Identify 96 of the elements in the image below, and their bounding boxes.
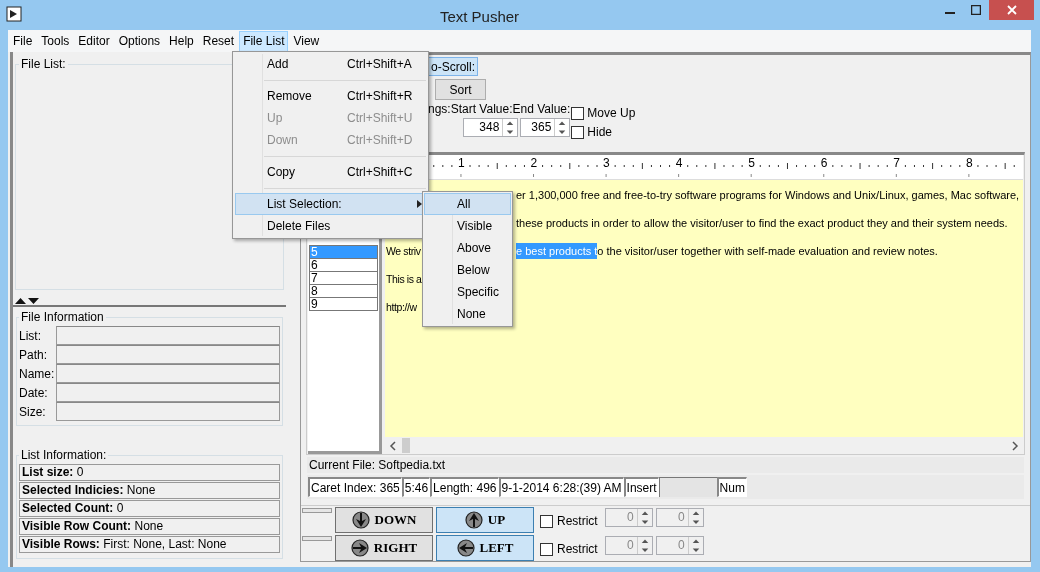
menu-item[interactable]: Options (114, 30, 165, 52)
field-label: Name: (19, 365, 56, 383)
spinner-field[interactable]: 365 (520, 118, 571, 137)
status-cell: Caret Index: 365 (308, 477, 402, 497)
menu-option[interactable]: Delete Files (235, 215, 426, 237)
menu-option[interactable]: Add Ctrl+Shift+A (235, 53, 426, 75)
checkbox-label: Restrict (557, 541, 598, 558)
ruler-number: 4 (675, 157, 683, 169)
ruler-number: 2 (530, 157, 538, 169)
shortcut-label: Ctrl+Shift+R (347, 88, 413, 105)
menu-item[interactable]: File (9, 30, 37, 52)
checkbox-label: Restrict (557, 513, 598, 530)
shortcut-label: Ctrl+Shift+U (347, 110, 413, 127)
menu-option[interactable]: All (424, 193, 511, 215)
menu-option[interactable]: None (424, 303, 511, 325)
shortcut-label: Ctrl+Shift+C (347, 164, 413, 181)
close-icon (1006, 5, 1017, 15)
selected-text: e best products t (516, 242, 598, 260)
ruler-number: 8 (965, 157, 973, 169)
group-title: File Information (20, 309, 105, 326)
app-icon (6, 6, 22, 22)
menu-label: Up (267, 110, 284, 127)
status-cell: Num (716, 477, 747, 497)
menu-label: Copy (267, 164, 296, 181)
checkbox-label: Move Up (587, 105, 636, 122)
range-label: ngs:Start Value:End Value: (428, 102, 571, 116)
menu-option[interactable]: Visible (424, 215, 511, 237)
group-title: List Information: (20, 447, 108, 464)
menu-item[interactable]: Reset (198, 30, 239, 52)
move-button[interactable]: RIGHT (335, 535, 433, 561)
checkbox[interactable] (540, 514, 553, 528)
move-button[interactable]: DOWN (335, 507, 433, 533)
status-cell: Insert (623, 477, 659, 497)
group-title: File List: (20, 56, 67, 73)
menu-label: Add (267, 56, 290, 73)
menu-label: Remove (267, 88, 313, 105)
maximize-icon (971, 5, 981, 15)
checkbox-label: Hide (587, 124, 612, 141)
menu-option[interactable]: Specific (424, 281, 511, 303)
status-cell: 9-1-2014 6:28:(39) AM (498, 477, 624, 497)
move-button[interactable]: LEFT (436, 535, 534, 561)
sort-button[interactable]: Sort (435, 79, 486, 100)
ruler-number: 5 (748, 157, 755, 169)
text-line: http://w (386, 300, 417, 313)
ruler-number: 3 (603, 157, 610, 169)
splitter-bar[interactable] (13, 296, 286, 307)
menu-label: Delete Files (267, 218, 332, 235)
scrollbar-thumb[interactable] (402, 438, 410, 453)
menu-item[interactable]: File List (239, 30, 289, 52)
line-list-item[interactable]: 9 (309, 297, 378, 311)
splitter-arrows-icon (15, 296, 39, 305)
ruler-number: 1 (458, 157, 465, 169)
checkbox[interactable] (571, 125, 585, 139)
menu-item[interactable]: Help (165, 30, 198, 52)
text-line: This is a (386, 272, 422, 285)
checkbox[interactable] (540, 542, 553, 556)
text-line: these products in order to allow the visitor/user to find the exact product they and their system needs. (516, 215, 1008, 231)
field-label: Size: (19, 403, 47, 421)
info-row: Visible Row Count: None (19, 518, 280, 535)
line-list-item[interactable]: 6 (309, 258, 378, 272)
menu-option[interactable]: Remove Ctrl+Shift+R (235, 85, 426, 107)
info-row: Selected Count: 0 (19, 500, 280, 517)
window-title: Text Pusher (439, 7, 520, 27)
shortcut-label: Ctrl+Shift+A (347, 56, 412, 73)
scroll-button[interactable]: o-Scroll: (428, 57, 478, 76)
field-label: Date: (19, 384, 49, 402)
menu-item[interactable]: Editor (74, 30, 114, 52)
menu-option[interactable]: Below (424, 259, 511, 281)
text-line: o the visitor/user together with self-made evaluation and review notes. (597, 243, 938, 259)
text-line: We striv (386, 244, 421, 257)
text-line: er 1,300,000 free and free-to-try software programs for Windows and Unix/Linux, games, Mac software, (516, 187, 1020, 203)
submenu-arrow-icon (417, 200, 422, 208)
info-row: Visible Rows: First: None, Last: None (19, 536, 280, 553)
close-button[interactable] (989, 0, 1034, 20)
menu-option[interactable]: Copy Ctrl+Shift+C (235, 161, 426, 183)
current-file-bar: Current File: Softpedia.txt (307, 457, 1024, 473)
spinner-field[interactable]: 348 (463, 118, 519, 137)
menu-label: Down (267, 132, 299, 149)
ruler-number: 6 (820, 157, 828, 169)
info-row: Selected Indicies: None (19, 482, 280, 499)
minimize-icon (945, 12, 955, 14)
info-row: List size: 0 (19, 464, 280, 481)
line-list-item[interactable]: 7 (309, 271, 378, 285)
move-button[interactable]: UP (436, 507, 534, 533)
checkbox[interactable] (571, 106, 585, 120)
field-label: List: (19, 327, 42, 345)
field-label: Path: (19, 346, 49, 364)
shortcut-label: Ctrl+Shift+D (347, 132, 413, 149)
menu-item[interactable]: View (289, 30, 324, 52)
ruler-number: 7 (893, 157, 901, 169)
menu-item[interactable]: Tools (37, 30, 74, 52)
line-list-item[interactable]: 8 (309, 284, 378, 298)
text-area[interactable] (385, 180, 1023, 437)
menu-option[interactable]: Above (424, 237, 511, 259)
status-cell: Length: 496 (430, 477, 499, 497)
status-cell: 5:46 (401, 477, 431, 497)
